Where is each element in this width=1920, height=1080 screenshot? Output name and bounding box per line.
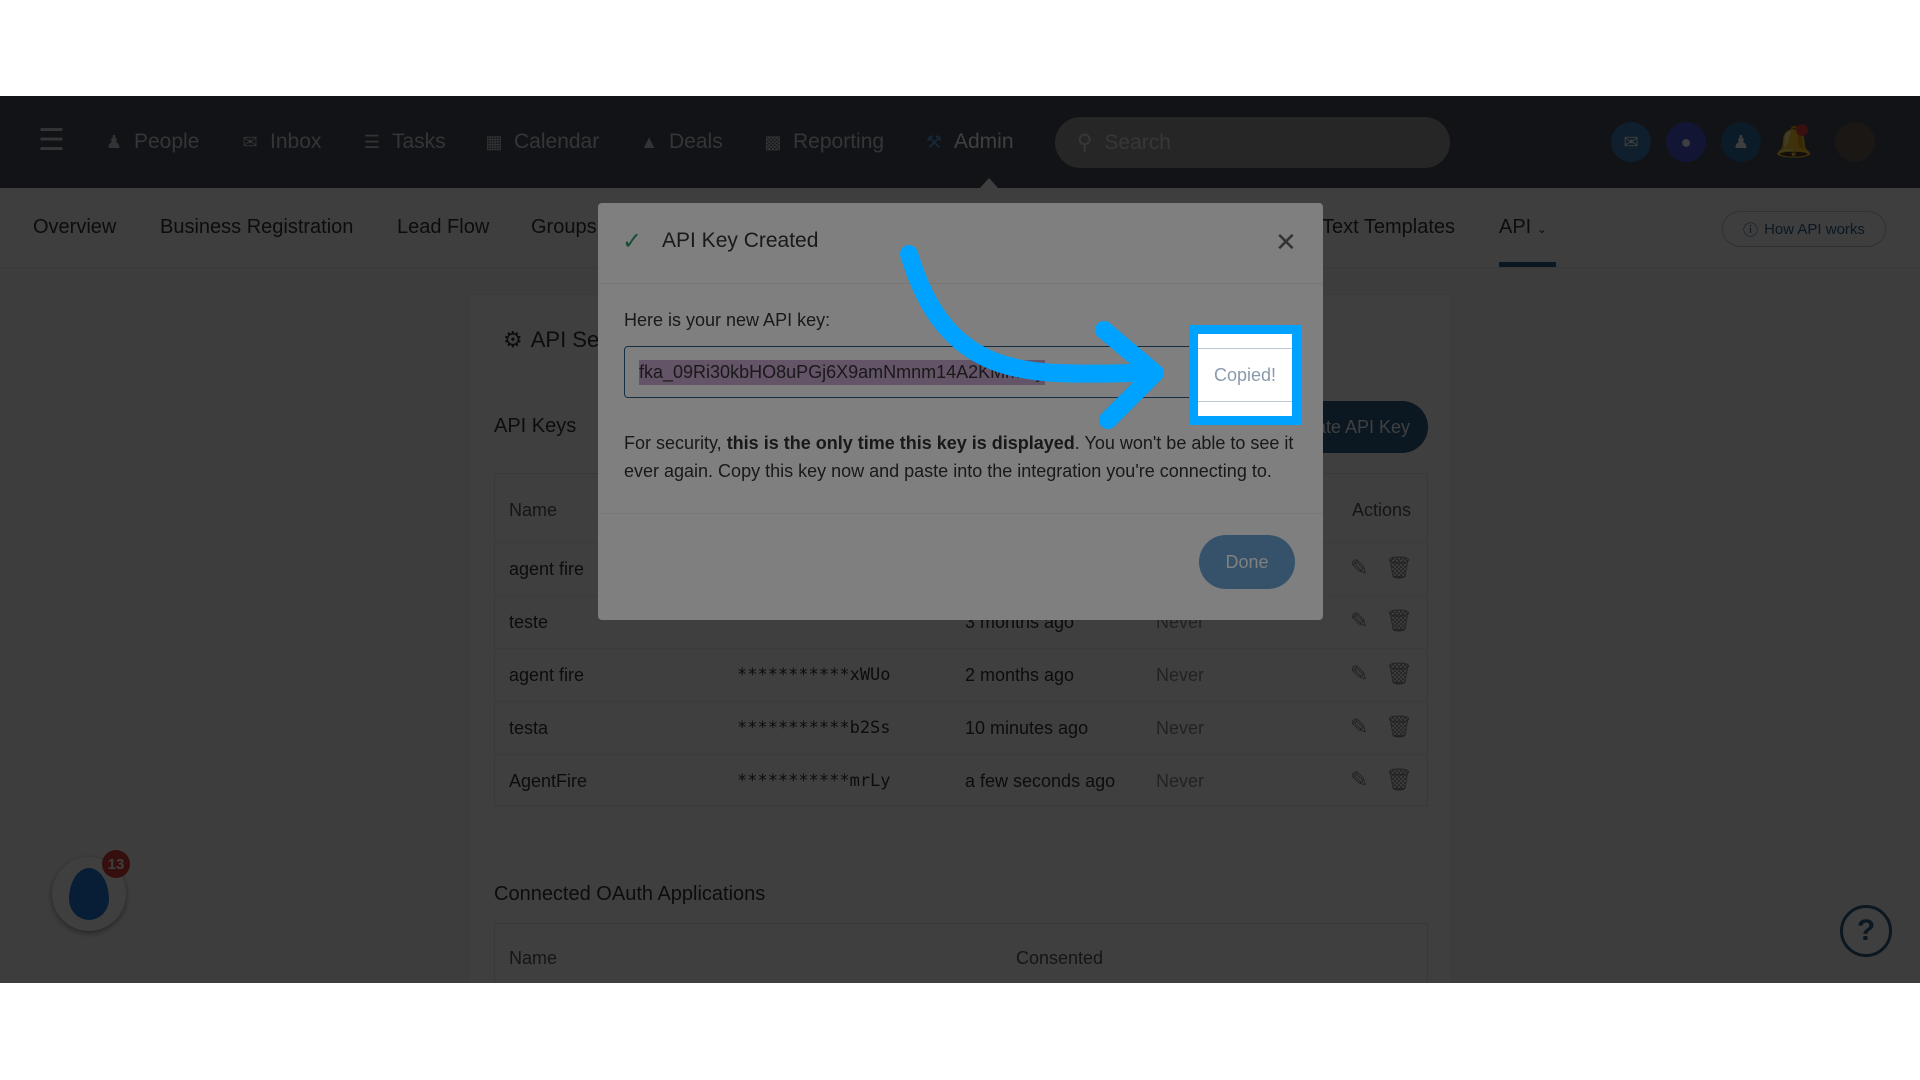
arrow-shaft [900, 245, 1157, 383]
annotation-arrow [900, 245, 1164, 429]
